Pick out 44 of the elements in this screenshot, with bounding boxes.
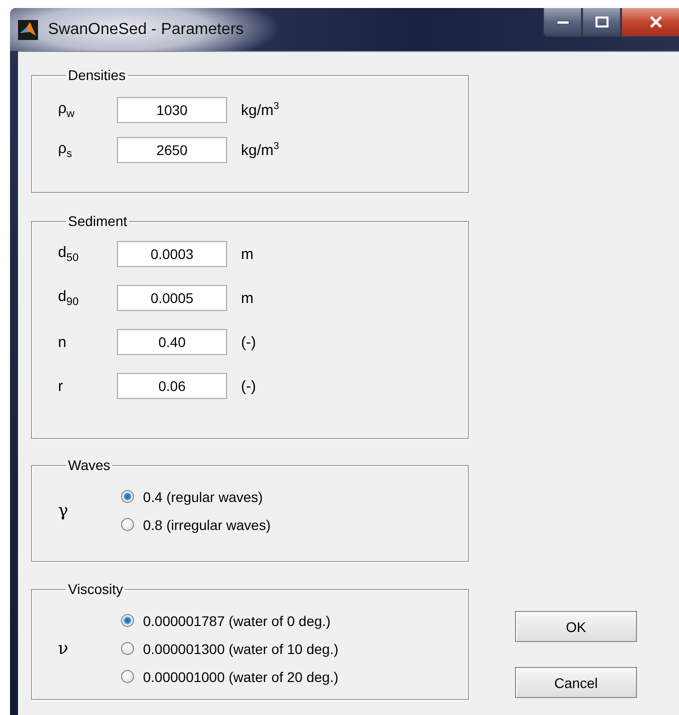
app-icon xyxy=(18,20,38,40)
group-title: Densities xyxy=(67,67,127,83)
minimize-button[interactable] xyxy=(543,8,582,37)
unit-label: m xyxy=(241,290,254,306)
unit-label: m xyxy=(241,246,254,262)
radio-label[interactable]: 0.8 (irregular waves) xyxy=(143,516,271,532)
radio-button[interactable] xyxy=(121,670,134,683)
close-icon xyxy=(648,16,662,28)
value-field[interactable]: 2650 xyxy=(117,137,227,163)
value-field[interactable]: 1030 xyxy=(117,97,227,123)
unit-label: (-) xyxy=(241,334,256,350)
group-title: Viscosity xyxy=(67,581,124,597)
parameter-symbol: r xyxy=(58,378,64,394)
value-field[interactable]: 0.06 xyxy=(117,373,227,399)
cancel-button[interactable]: Cancel xyxy=(515,667,637,698)
radio-button[interactable] xyxy=(121,614,134,627)
radio-button[interactable] xyxy=(121,642,134,655)
radio-label[interactable]: 0.000001300 (water of 10 deg.) xyxy=(143,640,338,656)
parameter-symbol: n xyxy=(58,334,68,350)
radio-label[interactable]: 0.000001787 (water of 0 deg.) xyxy=(143,612,331,628)
unit-label: kg/m$^{3}$ xyxy=(241,141,280,159)
window-title: SwanOneSed - Parameters xyxy=(48,20,244,38)
maximize-icon xyxy=(594,16,608,28)
parameter-symbol: d$_{50}$ xyxy=(58,244,80,264)
radio-label[interactable]: 0.4 (regular waves) xyxy=(143,488,263,504)
parameter-symbol: d$_{90}$ xyxy=(58,288,80,308)
radio-button[interactable] xyxy=(121,518,134,531)
ok-button[interactable]: OK xyxy=(515,611,637,642)
parameter-symbol: ν xyxy=(58,638,70,658)
radio-button[interactable] xyxy=(121,490,134,503)
maximize-button[interactable] xyxy=(582,8,621,37)
group-title: Waves xyxy=(67,457,112,473)
value-field[interactable]: 0.0005 xyxy=(117,285,227,311)
group-title: Sediment xyxy=(67,213,128,229)
value-field[interactable]: 0.40 xyxy=(117,329,227,355)
parameter-symbol: ρ$_{s}$ xyxy=(58,140,74,160)
value-field[interactable]: 0.0003 xyxy=(117,241,227,267)
unit-label: (-) xyxy=(241,378,256,394)
radio-label[interactable]: 0.000001000 (water of 20 deg.) xyxy=(143,668,338,684)
parameter-symbol: γ xyxy=(58,500,70,520)
unit-label: kg/m$^{3}$ xyxy=(241,101,280,119)
close-button[interactable] xyxy=(621,8,679,37)
parameter-symbol: ρ$_{w}$ xyxy=(58,100,76,120)
minimize-icon xyxy=(556,19,570,25)
